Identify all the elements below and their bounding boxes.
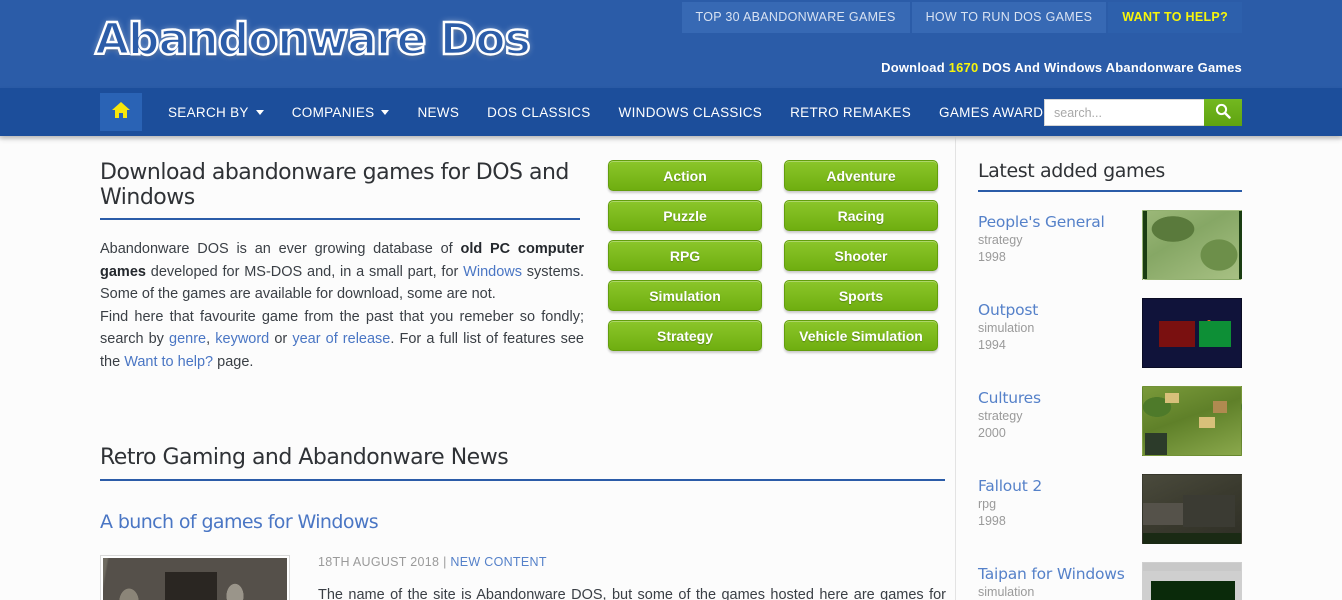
- sidebar-game-genre: strategy: [978, 233, 1023, 247]
- site-logo[interactable]: Abandonware Dos: [94, 9, 532, 71]
- sidebar-item-text: Outpost simulation 1994: [978, 298, 1038, 368]
- topnav-how-to-run-button[interactable]: HOW TO RUN DOS GAMES: [911, 2, 1107, 33]
- tagline-suffix: DOS And Windows Abandonware Games: [978, 60, 1242, 75]
- nav-item-search-by[interactable]: SEARCH BY: [154, 88, 278, 136]
- nav-item-dos-classics[interactable]: DOS CLASSICS: [473, 88, 604, 136]
- sidebar-game-title[interactable]: Cultures: [978, 388, 1041, 408]
- intro-text-1: Abandonware DOS is an ever growing datab…: [100, 241, 461, 257]
- list-item[interactable]: People's General strategy 1998: [978, 210, 1242, 280]
- nav-item-companies[interactable]: COMPANIES: [278, 88, 404, 136]
- top-utility-nav: TOP 30 ABANDONWARE GAMES HOW TO RUN DOS …: [681, 2, 1242, 33]
- sidebar-game-title[interactable]: Taipan for Windows: [978, 564, 1125, 584]
- intro-link-year-of-release[interactable]: year of release: [292, 331, 390, 347]
- genre-button-strategy[interactable]: Strategy: [608, 320, 762, 351]
- intro-link-want-to-help[interactable]: Want to help?: [124, 354, 213, 370]
- topnav-want-to-help-button[interactable]: WANT TO HELP?: [1108, 2, 1242, 33]
- list-item[interactable]: Taipan for Windows simulation 2002: [978, 562, 1242, 600]
- news-article-date: 18TH AUGUST 2018: [318, 555, 440, 569]
- news-article-meta: 18TH AUGUST 2018 | NEW CONTENT: [318, 555, 946, 569]
- genre-button-vehicle-simulation[interactable]: Vehicle Simulation: [784, 320, 938, 351]
- genre-button-racing[interactable]: Racing: [784, 200, 938, 231]
- news-article-tag[interactable]: NEW CONTENT: [450, 555, 546, 569]
- sidebar-item-text: People's General strategy 1998: [978, 210, 1105, 280]
- news-article-body: 18TH AUGUST 2018 | NEW CONTENT The name …: [100, 555, 946, 600]
- download-count-tagline: Download 1670 DOS And Windows Abandonwar…: [881, 60, 1242, 75]
- sidebar-game-genre: simulation: [978, 321, 1035, 335]
- search-icon: [1215, 103, 1231, 122]
- nav-item-retro-remakes[interactable]: RETRO REMAKES: [776, 88, 925, 136]
- page-body: Download abandonware games for DOS and W…: [0, 136, 1342, 600]
- genre-column-right: Adventure Racing Shooter Sports Vehicle …: [784, 160, 938, 351]
- site-header: Abandonware Dos TOP 30 ABANDONWARE GAMES…: [0, 0, 1342, 88]
- genre-button-adventure[interactable]: Adventure: [784, 160, 938, 191]
- sidebar-item-text: Cultures strategy 2000: [978, 386, 1041, 456]
- navbar-items: SEARCH BY COMPANIES NEWS DOS CLASSICS WI…: [100, 88, 1151, 136]
- sidebar-game-genre: strategy: [978, 409, 1023, 423]
- sidebar-game-title[interactable]: Outpost: [978, 300, 1038, 320]
- nav-item-windows-classics[interactable]: WINDOWS CLASSICS: [605, 88, 777, 136]
- intro-link-keyword[interactable]: keyword: [215, 331, 269, 347]
- sidebar-item-text: Taipan for Windows simulation 2002: [978, 562, 1125, 600]
- sidebar-game-year: 2000: [978, 426, 1006, 440]
- sidebar-game-year: 1998: [978, 514, 1006, 528]
- intro-link-genre[interactable]: genre: [169, 331, 206, 347]
- list-item[interactable]: Cultures strategy 2000: [978, 386, 1242, 456]
- nav-item-news[interactable]: NEWS: [403, 88, 473, 136]
- genre-button-grid: Action Puzzle RPG Simulation Strategy Ad…: [608, 160, 938, 351]
- sidebar-game-thumbnail[interactable]: [1142, 210, 1242, 280]
- nav-home-button[interactable]: [100, 93, 142, 131]
- sidebar-game-title[interactable]: Fallout 2: [978, 476, 1042, 496]
- nav-label-companies: COMPANIES: [291, 104, 375, 120]
- genre-button-rpg[interactable]: RPG: [608, 240, 762, 271]
- sidebar: Latest added games People's General stra…: [978, 136, 1278, 600]
- intro-text-2: developed for MS-DOS and, in a small par…: [145, 263, 464, 280]
- sidebar-game-year: 1994: [978, 338, 1006, 352]
- chevron-down-icon: [381, 109, 390, 115]
- home-icon: [111, 101, 131, 124]
- sidebar-item-text: Fallout 2 rpg 1998: [978, 474, 1042, 544]
- sidebar-game-genre: rpg: [978, 497, 997, 511]
- news-article-text-column: 18TH AUGUST 2018 | NEW CONTENT The name …: [318, 555, 946, 600]
- search-submit-button[interactable]: [1204, 99, 1242, 126]
- sidebar-game-thumbnail[interactable]: [1142, 562, 1242, 600]
- list-item[interactable]: Outpost simulation 1994: [978, 298, 1242, 368]
- genre-button-sports[interactable]: Sports: [784, 280, 938, 311]
- search-input[interactable]: [1044, 99, 1204, 126]
- content-sidebar-divider: [955, 136, 956, 600]
- sidebar-heading-latest-added-games: Latest added games: [978, 160, 1242, 192]
- news-article-excerpt: The name of the site is Abandonware DOS,…: [318, 587, 946, 600]
- chevron-down-icon: [255, 109, 264, 115]
- sidebar-game-thumbnail[interactable]: [1142, 298, 1242, 368]
- main-navbar: SEARCH BY COMPANIES NEWS DOS CLASSICS WI…: [0, 88, 1342, 136]
- tagline-prefix: Download: [881, 60, 949, 75]
- genre-button-action[interactable]: Action: [608, 160, 762, 191]
- genre-button-shooter[interactable]: Shooter: [784, 240, 938, 271]
- news-section-heading: Retro Gaming and Abandonware News: [100, 445, 945, 481]
- sidebar-game-thumbnail[interactable]: [1142, 474, 1242, 544]
- page-title: Download abandonware games for DOS and W…: [100, 160, 580, 220]
- intro-paragraphs: Abandonware DOS is an ever growing datab…: [100, 238, 584, 373]
- nav-label-search-by: SEARCH BY: [168, 104, 249, 120]
- intro-text-6: or: [269, 331, 293, 347]
- genre-button-simulation[interactable]: Simulation: [608, 280, 762, 311]
- news-meta-separator: |: [443, 555, 447, 569]
- list-item[interactable]: Fallout 2 rpg 1998: [978, 474, 1242, 544]
- news-article-title[interactable]: A bunch of games for Windows: [100, 511, 945, 533]
- sidebar-game-genre: simulation: [978, 585, 1035, 599]
- genre-button-puzzle[interactable]: Puzzle: [608, 200, 762, 231]
- genre-column-left: Action Puzzle RPG Simulation Strategy: [608, 160, 762, 351]
- news-article-thumbnail[interactable]: [100, 555, 290, 600]
- sidebar-game-year: 1998: [978, 250, 1006, 264]
- news-section: Retro Gaming and Abandonware News A bunc…: [100, 445, 946, 600]
- intro-text-5: ,: [206, 331, 216, 347]
- main-content-column: Download abandonware games for DOS and W…: [100, 136, 946, 600]
- news-thumbnail-image: [103, 558, 287, 600]
- sidebar-game-thumbnail[interactable]: [1142, 386, 1242, 456]
- search-box: [1044, 99, 1242, 126]
- sidebar-game-title[interactable]: People's General: [978, 212, 1105, 232]
- topnav-top30-button[interactable]: TOP 30 ABANDONWARE GAMES: [681, 2, 910, 33]
- tagline-game-count: 1670: [948, 60, 979, 75]
- intro-link-windows[interactable]: Windows: [463, 264, 522, 280]
- intro-text-8: page.: [213, 353, 254, 370]
